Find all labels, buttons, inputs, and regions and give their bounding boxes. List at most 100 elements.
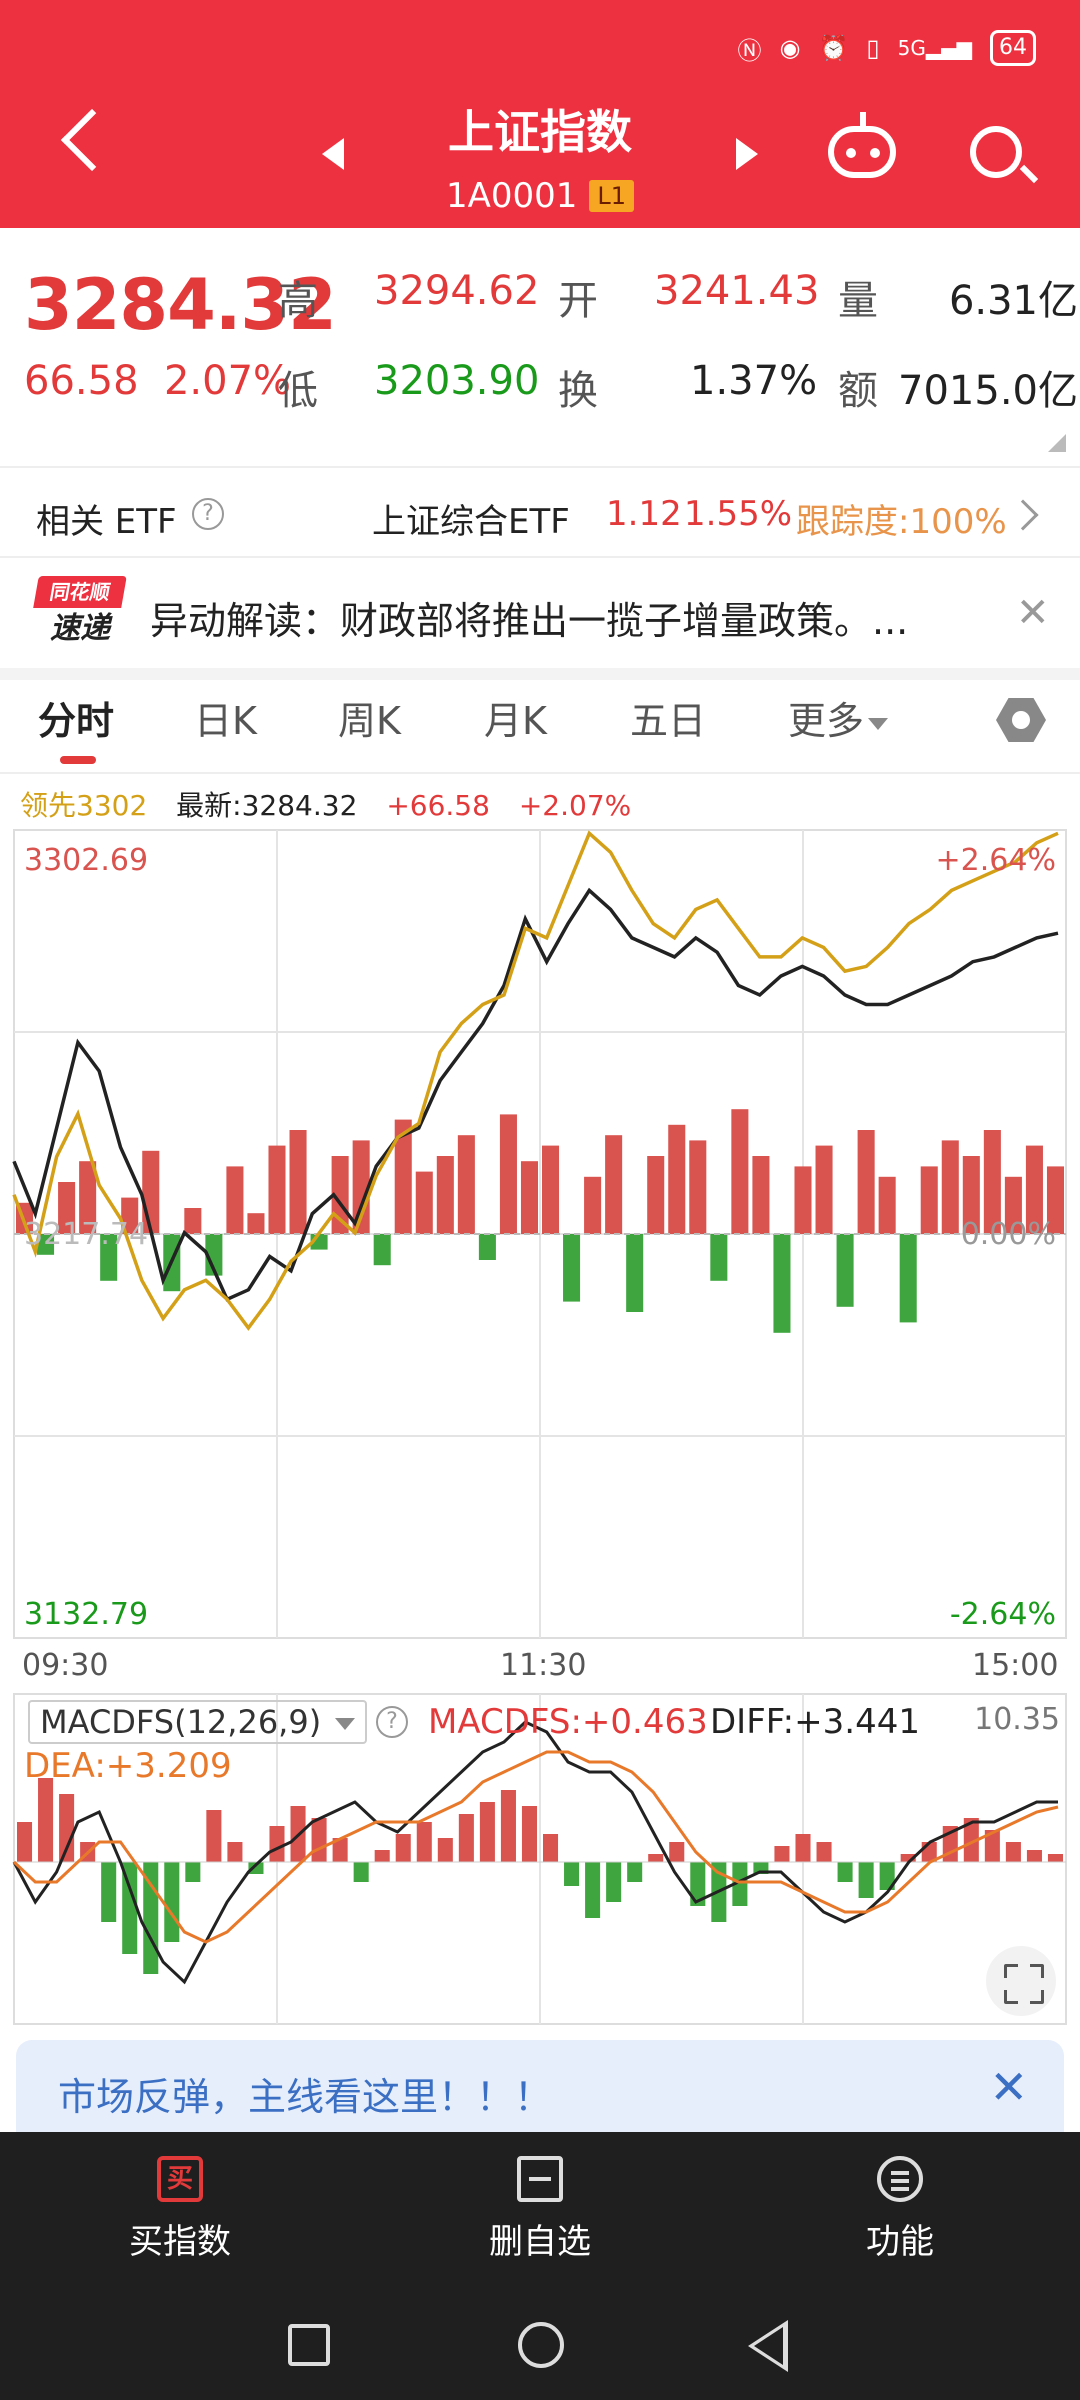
macd-bar xyxy=(269,1826,285,1862)
macd-bar xyxy=(227,1842,243,1862)
etf-pct: 1.55% xyxy=(684,494,793,534)
volume-label: 量 xyxy=(838,278,878,324)
close-icon[interactable]: ✕ xyxy=(1016,590,1050,636)
next-stock-icon[interactable] xyxy=(736,138,758,170)
banner-close-icon[interactable]: ✕ xyxy=(989,2060,1028,2114)
time-label-end: 15:00 xyxy=(972,1648,1059,1683)
volume-bar xyxy=(415,1171,433,1234)
stock-code: 1A0001 xyxy=(445,176,578,216)
macd-bar xyxy=(1005,1842,1021,1862)
chart-tabs: 分时 日K 周K 月K 五日 更多 xyxy=(0,690,1080,780)
macd-bar xyxy=(311,1818,327,1862)
volume-bar xyxy=(710,1234,728,1281)
macd-bar xyxy=(521,1806,537,1862)
home-icon[interactable] xyxy=(518,2322,564,2368)
macd-bar xyxy=(837,1862,853,1882)
page-title: 上证指数 xyxy=(448,105,632,159)
tab-five-day[interactable]: 五日 xyxy=(630,690,706,745)
macd-bar xyxy=(500,1790,516,1862)
nfc-icon: Ⓝ xyxy=(737,36,762,65)
functions-label: 功能 xyxy=(866,2222,934,2262)
time-label-mid: 11:30 xyxy=(500,1648,587,1683)
fullscreen-icon[interactable] xyxy=(986,1946,1056,2016)
tab-more[interactable]: 更多 xyxy=(788,690,889,745)
low-value: 3203.90 xyxy=(374,358,540,404)
tab-monthly-k[interactable]: 月K xyxy=(484,690,547,745)
header-bar: Ⓝ ◉ ⏰ ▯ 5G▂▄▆ 64 上证指数 1A0001 L1 xyxy=(0,0,1080,228)
robot-assistant-icon[interactable] xyxy=(828,112,896,178)
macd-bar xyxy=(38,1778,54,1862)
stock-code-line: 1A0001 L1 xyxy=(445,176,635,216)
macd-selector[interactable]: MACDFS(12,26,9) xyxy=(28,1700,368,1744)
battery-level: 64 xyxy=(999,35,1027,60)
volume-bar xyxy=(941,1140,959,1234)
macd-bar xyxy=(1047,1854,1063,1862)
dropdown-icon xyxy=(868,717,889,730)
macd-bar xyxy=(437,1838,453,1862)
macd-help-icon[interactable]: ? xyxy=(376,1706,408,1738)
pct-label-mid: 0.00% xyxy=(961,1217,1056,1252)
bottom-action-bar: 买 买指数 删自选 功能 xyxy=(0,2132,1080,2400)
macd-bar xyxy=(669,1842,685,1862)
remove-watchlist-button[interactable]: 删自选 xyxy=(440,2156,640,2263)
open-value: 3241.43 xyxy=(654,268,820,314)
related-etf-row[interactable]: 相关 ETF ? 上证综合ETF 1.12 1.55% 跟踪度:100% xyxy=(0,466,1080,558)
nav-back-icon[interactable] xyxy=(748,2320,788,2372)
volume-bar xyxy=(668,1124,686,1234)
macd-bar xyxy=(648,1854,664,1862)
etf-name: 上证综合ETF xyxy=(372,502,570,542)
macd-bar xyxy=(858,1862,874,1898)
news-row[interactable]: 同花顺 速递 异动解读：财政部将推出一揽子增量政策。... ✕ xyxy=(0,560,1080,668)
change-row: 66.58 2.07% xyxy=(24,358,291,404)
macd-bar xyxy=(774,1846,790,1862)
low-label: 低 xyxy=(278,368,318,414)
volume-bar xyxy=(605,1135,623,1234)
buy-icon: 买 xyxy=(157,2156,203,2202)
diff-value: DIFF:+3.441 xyxy=(710,1702,920,1742)
news-logo-top: 同花顺 xyxy=(33,576,127,608)
macd-bar xyxy=(816,1842,832,1862)
vibrate-icon: ▯ xyxy=(866,34,880,62)
status-bar: Ⓝ ◉ ⏰ ▯ 5G▂▄▆ 64 xyxy=(738,30,1036,66)
tab-weekly-k[interactable]: 周K xyxy=(338,690,401,745)
minus-box-icon xyxy=(517,2156,563,2202)
etf-label: 相关 ETF xyxy=(36,502,177,542)
amount-label: 额 xyxy=(838,368,878,414)
active-tab-indicator xyxy=(60,756,96,764)
high-label: 高 xyxy=(278,278,318,324)
amount-value: 7015.0亿 xyxy=(898,368,1078,414)
volume-bar xyxy=(689,1140,707,1234)
buy-index-label: 买指数 xyxy=(129,2222,231,2262)
buy-index-button[interactable]: 买 买指数 xyxy=(80,2156,280,2263)
macd-bar xyxy=(374,1850,390,1862)
functions-button[interactable]: 功能 xyxy=(800,2156,1000,2263)
banner-text[interactable]: 市场反弹，主线看这里！！！ xyxy=(58,2066,552,2121)
volume-bar xyxy=(247,1213,265,1234)
etf-price: 1.12 xyxy=(606,494,682,534)
tab-intraday[interactable]: 分时 xyxy=(38,690,114,745)
expand-quote-icon[interactable] xyxy=(1048,434,1066,452)
macd-bar xyxy=(585,1862,601,1918)
promo-banner[interactable]: 市场反弹，主线看这里！！！ ✕ xyxy=(16,2040,1064,2140)
price-change-pct: 2.07% xyxy=(163,358,292,404)
volume-bar xyxy=(457,1135,475,1234)
macd-bar xyxy=(206,1810,222,1862)
turnover-value: 1.37% xyxy=(690,358,818,404)
macd-bar xyxy=(543,1834,559,1862)
volume-bar xyxy=(373,1234,391,1266)
news-text[interactable]: 异动解读：财政部将推出一揽子增量政策。... xyxy=(150,590,980,645)
system-nav xyxy=(0,2320,1080,2380)
recent-apps-icon[interactable] xyxy=(288,2324,330,2366)
help-icon[interactable]: ? xyxy=(192,498,224,530)
volume-bar xyxy=(773,1234,791,1333)
tab-daily-k[interactable]: 日K xyxy=(194,690,257,745)
chart-legend: 领先3302 最新:3284.32 +66.58 +2.07% xyxy=(20,784,651,824)
search-icon[interactable] xyxy=(970,126,1022,178)
signal-icon: 5G▂▄▆ xyxy=(897,36,972,60)
macd-bar xyxy=(627,1862,643,1882)
y-label-top: 3302.69 xyxy=(24,843,148,878)
intraday-chart[interactable]: 3302.69 3217.74 3132.79 +2.64% 0.00% -2.64% xyxy=(0,826,1080,1646)
volume-bar xyxy=(920,1166,938,1234)
legend-leader: 领先3302 xyxy=(20,789,148,822)
volume-bar xyxy=(563,1234,581,1302)
